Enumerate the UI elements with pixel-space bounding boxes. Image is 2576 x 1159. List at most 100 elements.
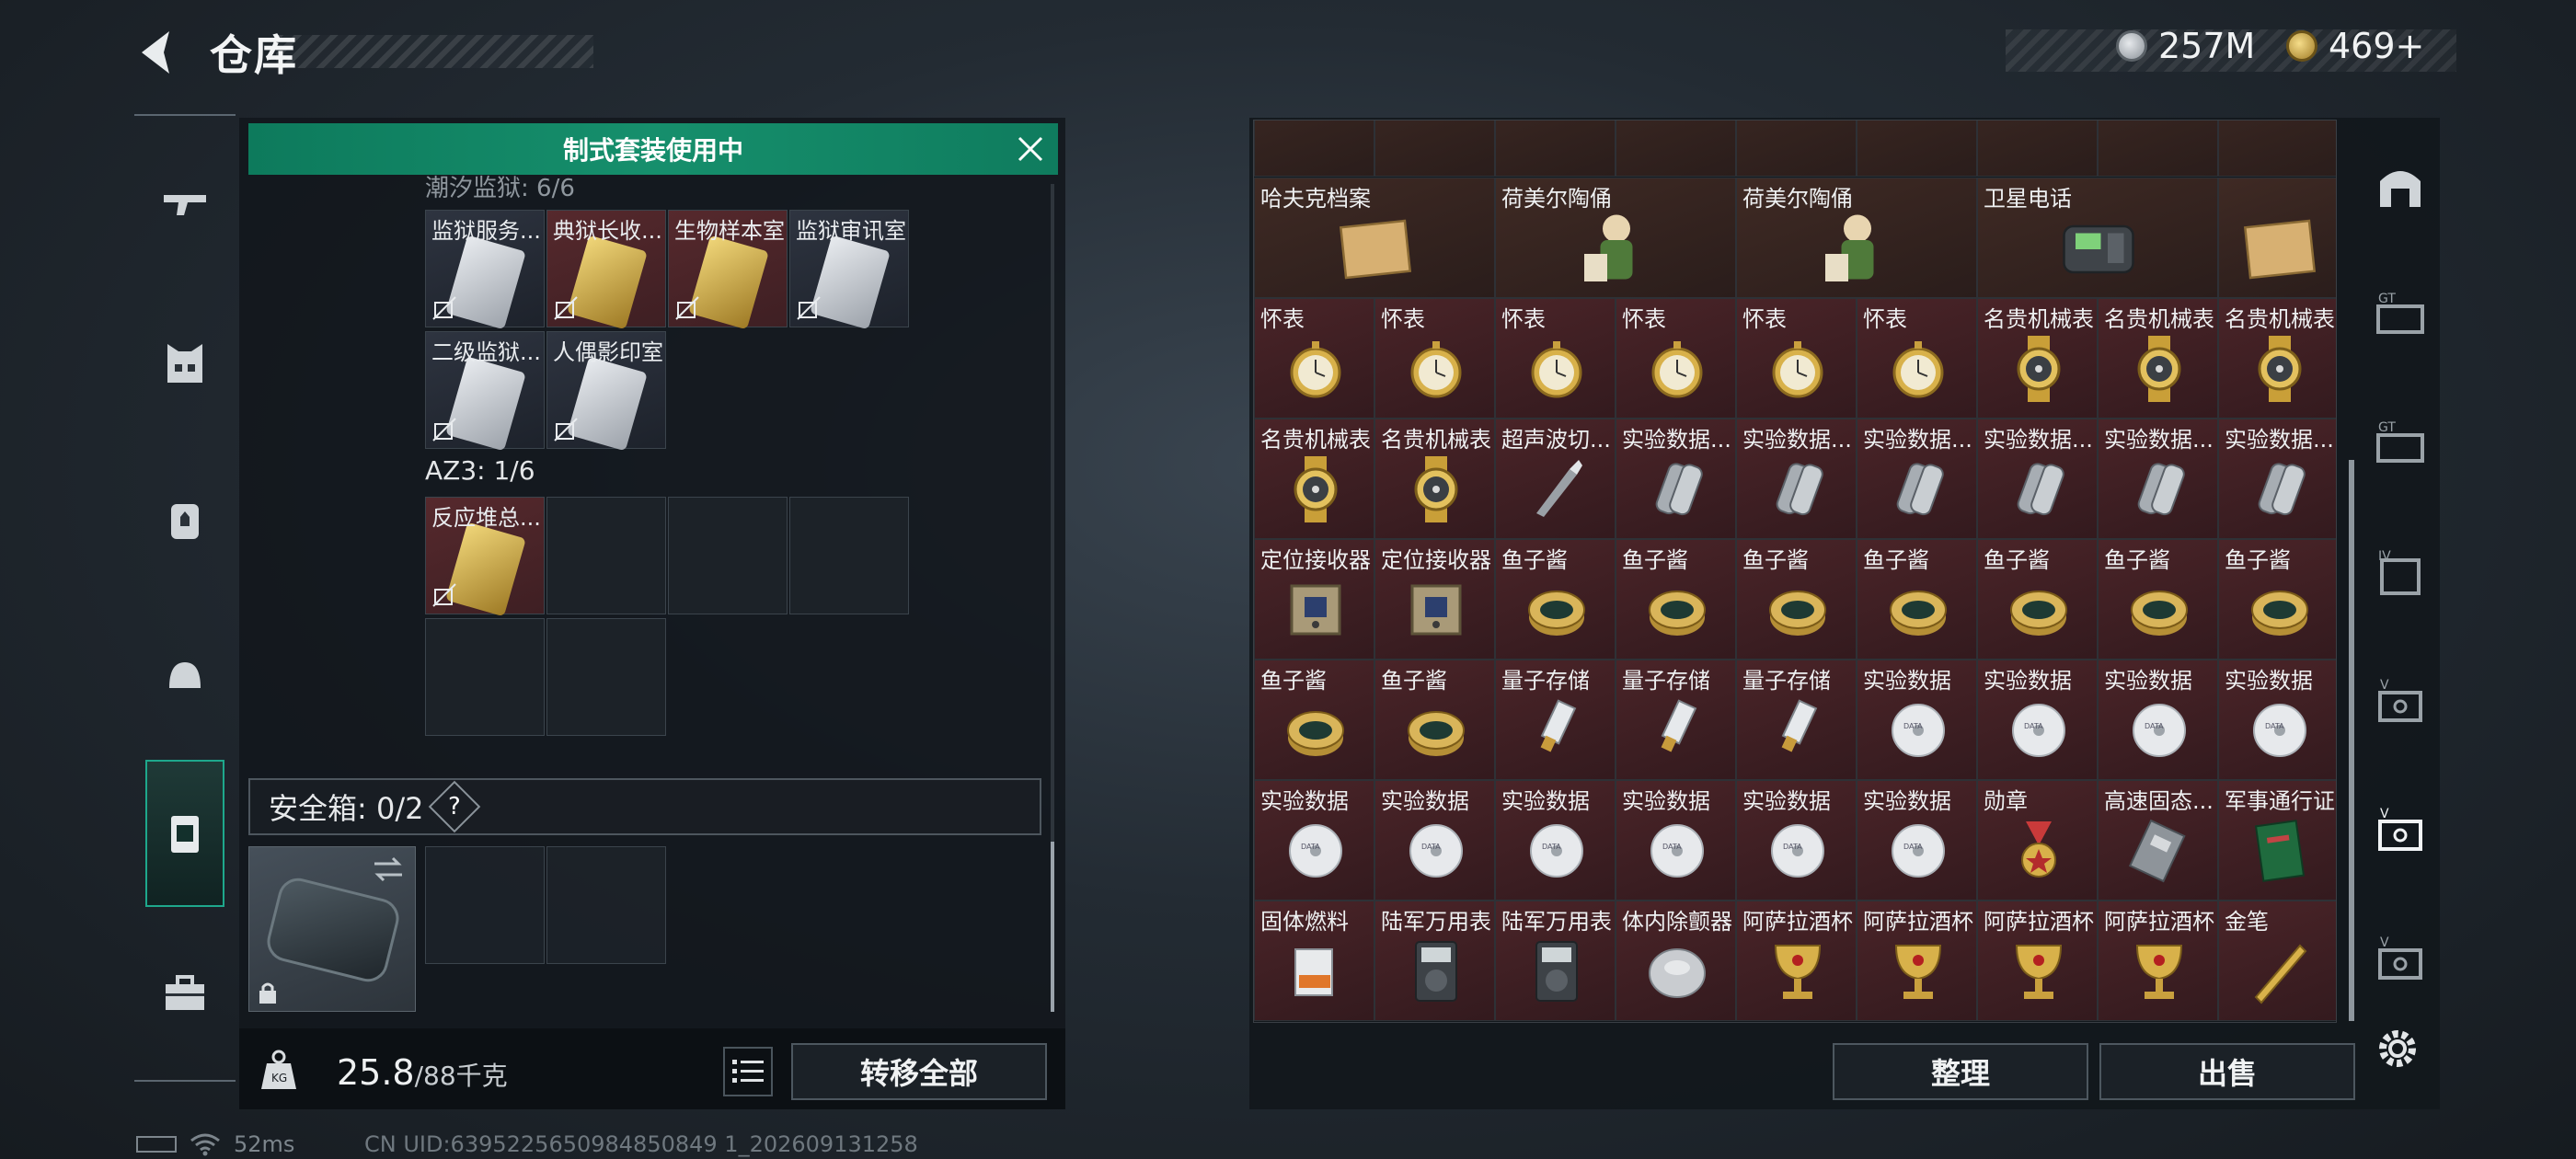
back-arrow-icon[interactable] xyxy=(129,24,186,81)
az3-slot[interactable] xyxy=(668,497,788,614)
stash-cell-partial[interactable] xyxy=(1857,120,1977,177)
stash-cell-partial[interactable] xyxy=(1616,120,1736,177)
nav-safe-box[interactable] xyxy=(145,760,224,907)
stash-item[interactable]: 量子存储 xyxy=(1495,660,1616,780)
stash-item[interactable]: 实验数据... xyxy=(1977,419,2098,539)
nav-stash-main[interactable] xyxy=(2368,156,2432,221)
stash-item[interactable]: 体内除颤器 xyxy=(1616,901,1736,1021)
stash-item[interactable]: 金笔 xyxy=(2218,901,2336,1021)
nav-stash-page-1[interactable]: GT xyxy=(2368,285,2432,350)
stash-item[interactable]: 阿萨拉酒杯 xyxy=(1736,901,1857,1021)
stash-item[interactable]: 鱼子酱 xyxy=(1977,539,2098,660)
stash-item[interactable]: DATA 实验数据 xyxy=(1254,780,1374,901)
stash-item[interactable]: 鱼子酱 xyxy=(2218,539,2336,660)
stash-item[interactable]: 鱼子酱 xyxy=(1374,660,1495,780)
stash-item[interactable]: 鱼子酱 xyxy=(1495,539,1616,660)
stash-cell-partial[interactable] xyxy=(2218,120,2336,177)
az3-slot[interactable]: 反应堆总... xyxy=(425,497,545,617)
gold-currency[interactable]: 469+ xyxy=(2286,26,2424,66)
stash-scrollbar[interactable] xyxy=(2349,460,2354,1021)
key-slot[interactable]: 生物样本室 xyxy=(668,210,788,330)
key-slot[interactable]: 二级监狱... xyxy=(425,331,545,452)
stash-item[interactable]: 名贵机械表 xyxy=(2218,298,2336,419)
stash-item[interactable]: DATA 实验数据 xyxy=(2098,660,2218,780)
stash-item[interactable]: 鱼子酱 xyxy=(1857,539,1977,660)
list-view-button[interactable] xyxy=(723,1047,773,1096)
stash-item[interactable]: 名贵机械表 xyxy=(1977,298,2098,419)
stash-item[interactable]: 荷美尔陶俑 xyxy=(1736,178,1977,298)
transfer-all-button[interactable]: 转移全部 xyxy=(791,1043,1047,1100)
silver-currency[interactable]: 257M xyxy=(2116,26,2255,66)
stash-item[interactable]: 名贵机械表 xyxy=(1254,419,1374,539)
nav-weapon[interactable] xyxy=(145,164,224,243)
nav-stash-page-2[interactable]: GT xyxy=(2368,414,2432,478)
stash-item[interactable]: DATA 实验数据 xyxy=(1857,660,1977,780)
nav-helmet[interactable] xyxy=(145,637,224,716)
stash-item[interactable]: 军事通行证 xyxy=(2218,780,2336,901)
stash-item[interactable]: 名贵机械表 xyxy=(1374,419,1495,539)
close-icon[interactable] xyxy=(1012,131,1049,167)
stash-item[interactable]: 怀表 xyxy=(1374,298,1495,419)
az3-slot[interactable] xyxy=(425,618,545,736)
stash-item[interactable]: 怀表 xyxy=(1857,298,1977,419)
stash-item[interactable]: 实验数据... xyxy=(1616,419,1736,539)
nav-stash-page-6[interactable]: V xyxy=(2368,929,2432,993)
nav-armor[interactable] xyxy=(145,324,224,403)
safe-box-slot[interactable] xyxy=(546,846,666,964)
stash-item[interactable] xyxy=(2218,178,2336,298)
az3-slot[interactable] xyxy=(546,618,666,736)
sort-button[interactable]: 整理 xyxy=(1833,1043,2088,1100)
help-button[interactable]: ? xyxy=(429,780,481,833)
stash-item[interactable]: 怀表 xyxy=(1736,298,1857,419)
stash-item[interactable]: 名贵机械表 xyxy=(2098,298,2218,419)
key-slot[interactable]: 监狱服务... xyxy=(425,210,545,330)
stash-item[interactable]: 固体燃料 xyxy=(1254,901,1374,1021)
stash-item[interactable]: 怀表 xyxy=(1495,298,1616,419)
stash-item[interactable]: 实验数据... xyxy=(2218,419,2336,539)
stash-item[interactable]: 阿萨拉酒杯 xyxy=(1857,901,1977,1021)
nav-stash-page-4[interactable]: V xyxy=(2368,671,2432,736)
nav-stash-page-5[interactable]: V xyxy=(2368,800,2432,865)
stash-item[interactable]: 实验数据... xyxy=(1857,419,1977,539)
stash-cell-partial[interactable] xyxy=(1374,120,1495,177)
key-slot[interactable]: 人偶影印室 xyxy=(546,331,666,452)
nav-toolbox[interactable] xyxy=(145,953,224,1032)
stash-item[interactable]: 高速固态... xyxy=(2098,780,2218,901)
stash-item[interactable]: 勋章 xyxy=(1977,780,2098,901)
stash-item[interactable]: 量子存储 xyxy=(1736,660,1857,780)
gear-icon[interactable] xyxy=(2372,1023,2423,1074)
stash-item[interactable]: 阿萨拉酒杯 xyxy=(2098,901,2218,1021)
stash-item[interactable]: 荷美尔陶俑 xyxy=(1495,178,1736,298)
nav-stash-page-3[interactable]: IV xyxy=(2368,543,2432,607)
stash-item[interactable]: 实验数据... xyxy=(1736,419,1857,539)
stash-item[interactable]: DATA 实验数据 xyxy=(1736,780,1857,901)
stash-item[interactable]: 阿萨拉酒杯 xyxy=(1977,901,2098,1021)
stash-item[interactable]: 实验数据... xyxy=(2098,419,2218,539)
stash-item[interactable]: 鱼子酱 xyxy=(1616,539,1736,660)
stash-item[interactable]: 鱼子酱 xyxy=(1254,660,1374,780)
stash-item[interactable]: 鱼子酱 xyxy=(1736,539,1857,660)
stash-cell-partial[interactable] xyxy=(1254,120,1374,177)
swap-icon[interactable] xyxy=(371,855,406,884)
key-slot[interactable]: 监狱审讯室 xyxy=(789,210,909,330)
stash-item[interactable]: 陆军万用表 xyxy=(1495,901,1616,1021)
az3-slot[interactable] xyxy=(789,497,909,614)
stash-cell-partial[interactable] xyxy=(1977,120,2098,177)
stash-cell-partial[interactable] xyxy=(1736,120,1857,177)
stash-item[interactable]: 哈夫克档案 xyxy=(1254,178,1495,298)
stash-item[interactable]: DATA 实验数据 xyxy=(1495,780,1616,901)
safe-box-slot[interactable] xyxy=(425,846,545,964)
stash-item[interactable]: 量子存储 xyxy=(1616,660,1736,780)
stash-item[interactable]: DATA 实验数据 xyxy=(1374,780,1495,901)
stash-item[interactable]: DATA 实验数据 xyxy=(1616,780,1736,901)
stash-item[interactable]: 怀表 xyxy=(1616,298,1736,419)
loadout-scroll-thumb[interactable] xyxy=(1051,842,1054,1012)
stash-item[interactable]: 定位接收器 xyxy=(1254,539,1374,660)
stash-item[interactable]: 怀表 xyxy=(1254,298,1374,419)
stash-item[interactable]: 鱼子酱 xyxy=(2098,539,2218,660)
stash-item[interactable]: DATA 实验数据 xyxy=(1857,780,1977,901)
safe-case-slot[interactable] xyxy=(248,846,416,1012)
stash-cell-partial[interactable] xyxy=(1495,120,1616,177)
stash-item[interactable]: 卫星电话 xyxy=(1977,178,2218,298)
az3-slot[interactable] xyxy=(546,497,666,614)
